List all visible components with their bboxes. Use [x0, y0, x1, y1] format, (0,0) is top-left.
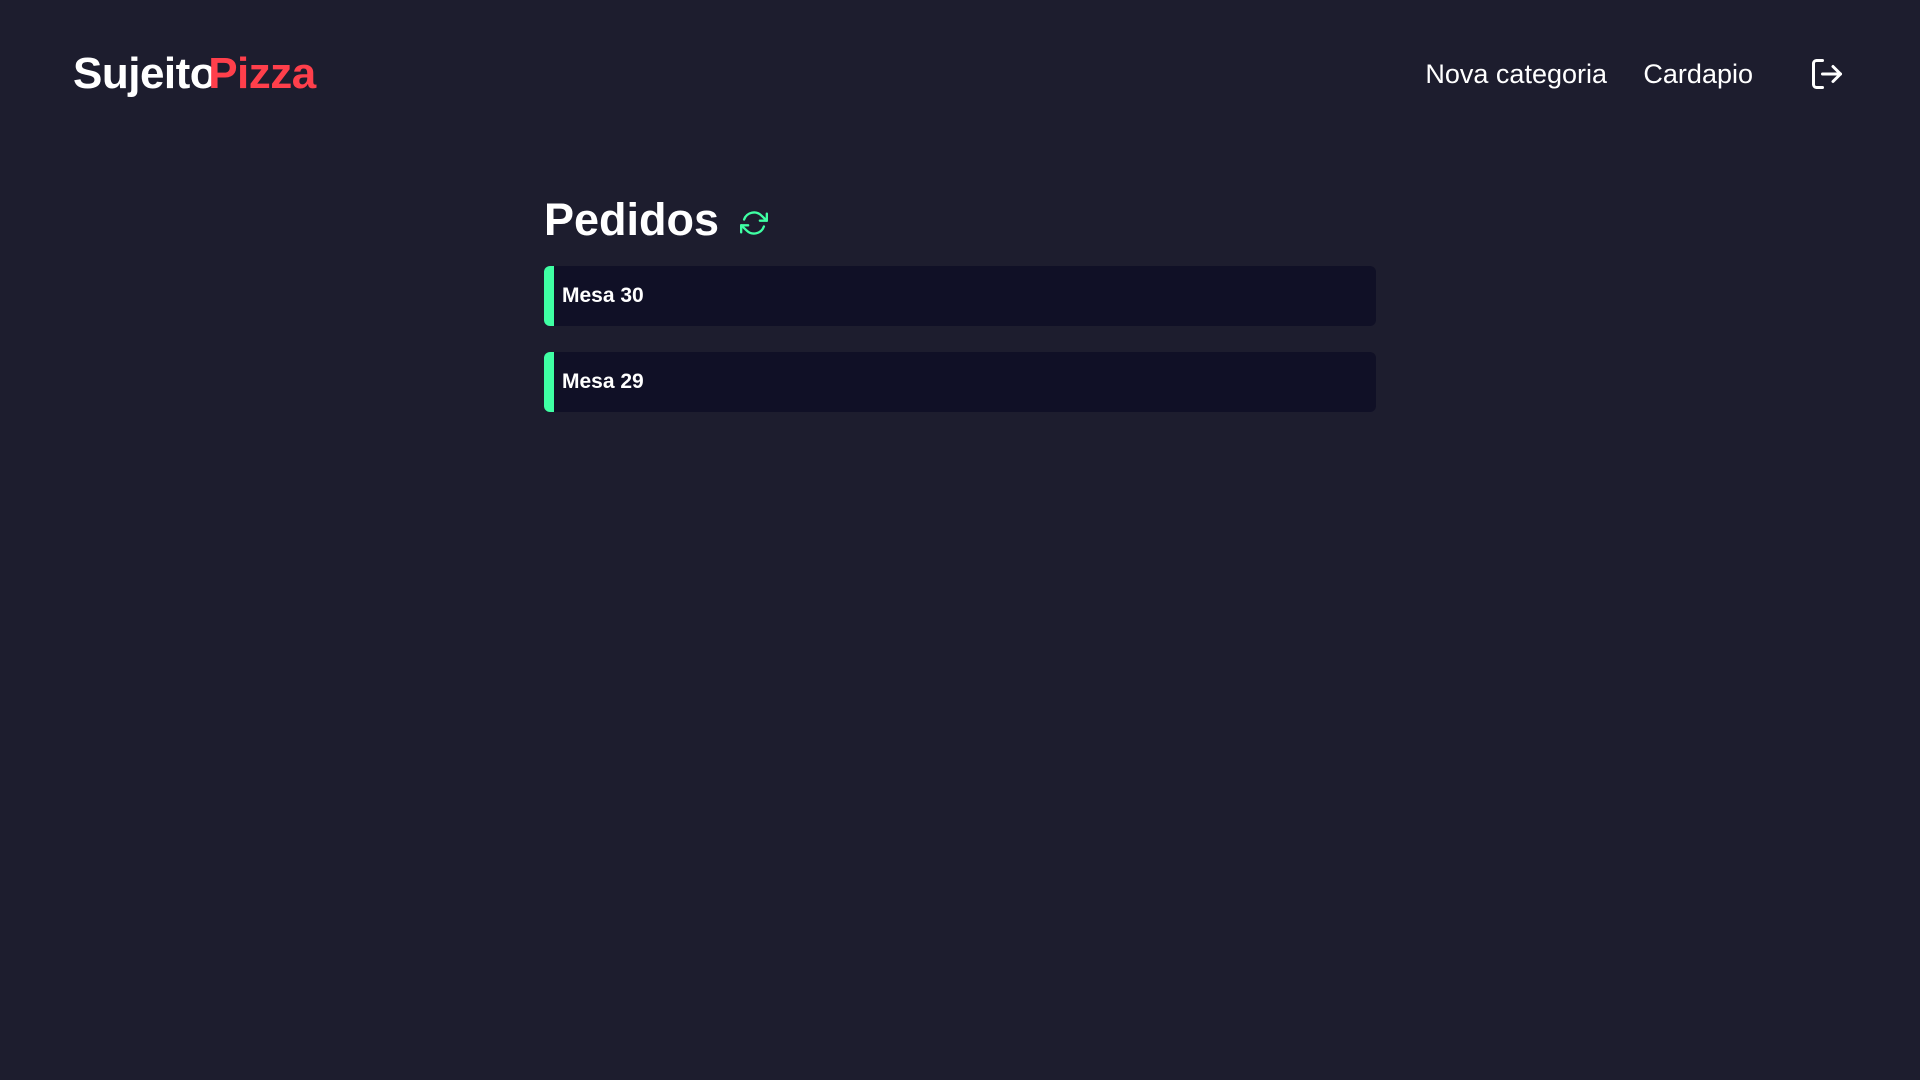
header: SujeitoPizza Nova categoria Cardapio [0, 0, 1920, 150]
refresh-icon [740, 211, 769, 235]
logout-icon [1812, 59, 1842, 89]
logo-text-part1: Sujeito [73, 49, 217, 98]
title-row: Pedidos [544, 190, 1376, 250]
order-status-tag [544, 352, 554, 412]
logout-button[interactable] [1808, 55, 1846, 93]
nav-link-new-category[interactable]: Nova categoria [1425, 54, 1607, 94]
order-status-tag [544, 266, 554, 326]
logo-text-part2: Pizza [208, 49, 316, 98]
nav-link-menu[interactable]: Cardapio [1643, 54, 1753, 94]
order-item[interactable]: Mesa 30 [544, 266, 1376, 326]
orders-list: Mesa 30 Mesa 29 [544, 266, 1376, 412]
order-item[interactable]: Mesa 29 [544, 352, 1376, 412]
order-label: Mesa 29 [562, 370, 644, 393]
refresh-button[interactable] [739, 208, 769, 238]
order-label: Mesa 30 [562, 284, 644, 307]
orders-section: Pedidos Mesa 30 Mesa 29 [544, 190, 1376, 412]
page-title: Pedidos [544, 194, 720, 245]
logo[interactable]: SujeitoPizza [73, 48, 316, 100]
